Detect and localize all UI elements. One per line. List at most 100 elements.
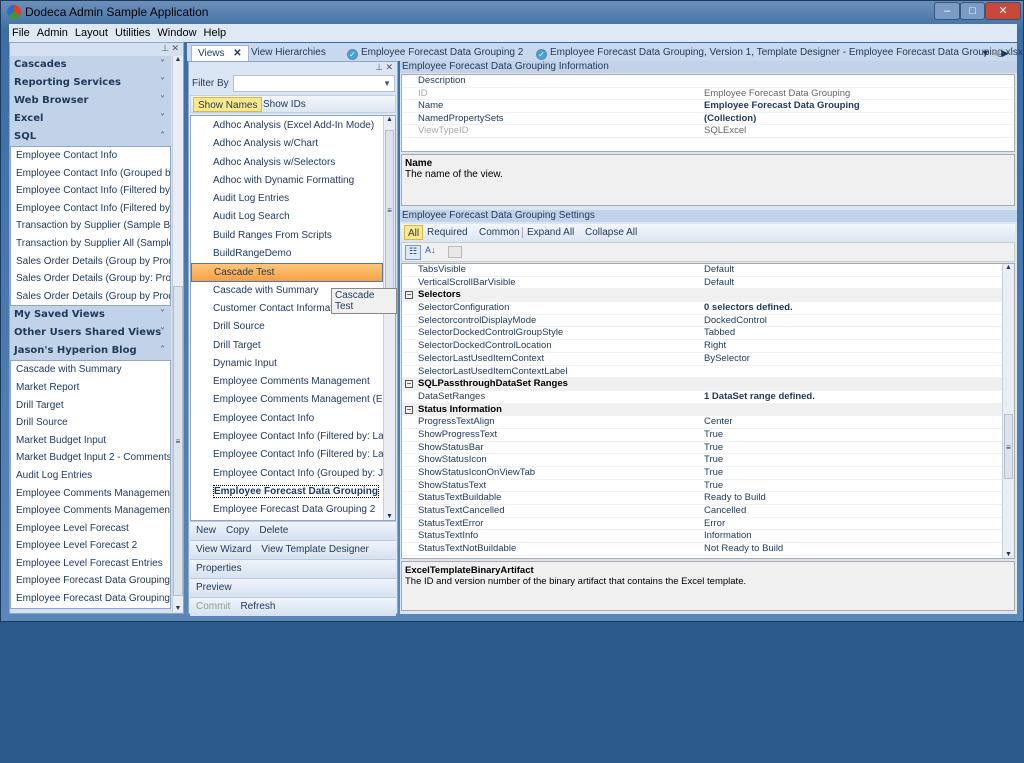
view-list-item[interactable]: Employee Contact Info (Filtered by: Las.… bbox=[191, 428, 383, 446]
group-my-saved-views[interactable]: My Saved Views ˅ bbox=[10, 306, 171, 325]
group-excel[interactable]: Excel ˅ bbox=[10, 110, 171, 128]
property-row-selectorcontroldisplaymode[interactable]: SelectorcontrolDisplayMode DockedControl bbox=[402, 315, 1002, 328]
property-row-showstatusicon[interactable]: ShowStatusIcon True bbox=[402, 454, 1002, 467]
all-filter-button[interactable]: All bbox=[404, 225, 424, 240]
tab-employee-forecast-data-grouping-2[interactable]: ✓ Employee Forecast Data Grouping 2 bbox=[347, 45, 523, 61]
views-list-scrollbar[interactable]: ▲ ≡ ▼ bbox=[383, 116, 395, 520]
required-filter-button[interactable]: Required bbox=[424, 225, 471, 240]
scroll-thumb[interactable]: ≡ bbox=[385, 130, 394, 290]
property-row-viewtypeid[interactable]: ViewTypeID SQLExcel bbox=[402, 125, 1014, 138]
preview-button[interactable]: Preview bbox=[190, 578, 396, 597]
group-other-users-shared-views[interactable]: Other Users Shared Views ˅ bbox=[10, 324, 171, 343]
property-row-statustextnotbuildable[interactable]: StatusTextNotBuildable Not Ready to Build bbox=[402, 543, 1002, 556]
group-web-browser[interactable]: Web Browser ˅ bbox=[10, 92, 171, 110]
menu-window[interactable]: Window bbox=[154, 24, 200, 39]
list-item[interactable]: Cascade with Summary bbox=[11, 361, 170, 379]
view-list-item[interactable]: Employee Contact Info bbox=[191, 410, 383, 428]
tab-template-designer[interactable]: ✓ Employee Forecast Data Grouping, Versio… bbox=[536, 45, 1023, 61]
view-list-item[interactable]: Employee Forecast Data Grouping 2 bbox=[191, 501, 383, 519]
property-row-selectordockedcontrolgroupstyle[interactable]: SelectorDockedControlGroupStyle Tabbed bbox=[402, 327, 1002, 341]
category-sqlpassthroughdataset-ranges[interactable]: − SQLPassthroughDataSet Ranges bbox=[402, 378, 1002, 391]
list-item[interactable]: Employee Contact Info (Grouped by... bbox=[11, 165, 170, 183]
property-row-verticalscrollbarvisible[interactable]: VerticalScrollBarVisible Default bbox=[402, 277, 1002, 290]
tab-views[interactable]: Views ✕ bbox=[191, 45, 249, 61]
list-item[interactable]: Employee Contact Info (Filtered by:... bbox=[11, 200, 170, 218]
property-row-namedpropertysets[interactable]: NamedPropertySets (Collection) bbox=[402, 113, 1014, 125]
menu-admin[interactable]: Admin bbox=[34, 24, 72, 39]
common-filter-button[interactable]: Common bbox=[476, 225, 523, 240]
property-row-showstatusicononviewtab[interactable]: ShowStatusIconOnViewTab True bbox=[402, 467, 1002, 480]
view-list-item[interactable]: Audit Log Search bbox=[191, 208, 383, 226]
view-list-item[interactable]: Employee Contact Info (Filtered by: Las.… bbox=[191, 446, 383, 464]
property-row-statustextbuildable[interactable]: StatusTextBuildable Ready to Build bbox=[402, 492, 1002, 506]
property-row-datasetranges[interactable]: DataSetRanges 1 DataSet range defined. bbox=[402, 391, 1002, 404]
property-row-name[interactable]: Name Employee Forecast Data Grouping bbox=[402, 100, 1014, 113]
tab-scroll-left-icon[interactable]: ◀ bbox=[992, 48, 999, 58]
categorized-icon[interactable]: ☷ bbox=[405, 245, 421, 260]
maximize-button[interactable]: □ bbox=[960, 2, 985, 20]
minimize-button[interactable]: – bbox=[934, 2, 960, 20]
close-pane-icon[interactable]: ✕ bbox=[385, 62, 393, 72]
view-list-item[interactable]: Employee Contact Info (Grouped by: Jo... bbox=[191, 465, 383, 483]
property-pages-icon[interactable] bbox=[448, 246, 462, 258]
scroll-thumb[interactable]: ≡ bbox=[173, 286, 183, 596]
properties-button[interactable]: Properties bbox=[190, 559, 396, 578]
property-row-statustexterror[interactable]: StatusTextError Error bbox=[402, 518, 1002, 531]
property-row-selectorlastuseditemcontextlabel[interactable]: SelectorLastUsedItemContextLabel bbox=[402, 366, 1002, 379]
property-row-statustextcancelled[interactable]: StatusTextCancelled Cancelled bbox=[402, 505, 1002, 518]
collapse-all-filter-button[interactable]: Collapse All bbox=[582, 225, 640, 240]
list-item[interactable]: Employee Level Forecast Entries bbox=[11, 555, 170, 573]
close-button[interactable]: ✕ bbox=[985, 2, 1021, 20]
tab-close-icon[interactable]: ✕ bbox=[233, 48, 241, 59]
view-list-item[interactable]: Adhoc Analysis w/Chart bbox=[191, 135, 383, 153]
list-item[interactable]: Employee Contact Info (Filtered by:... bbox=[11, 182, 170, 200]
group-reporting-services[interactable]: Reporting Services ˅ bbox=[10, 74, 171, 92]
list-item[interactable]: Market Report bbox=[11, 379, 170, 397]
view-list-item[interactable]: Employee Comments Management bbox=[191, 373, 383, 391]
tab-list-dropdown-icon[interactable]: ▼ bbox=[981, 48, 990, 58]
copy-button[interactable]: Copy bbox=[226, 525, 249, 536]
property-row-showstatusbar[interactable]: ShowStatusBar True bbox=[402, 442, 1002, 455]
list-item[interactable]: Drill Source bbox=[11, 414, 170, 432]
expand-all-filter-button[interactable]: Expand All bbox=[524, 225, 577, 240]
property-row-statustextinfo[interactable]: StatusTextInfo Information bbox=[402, 530, 1002, 544]
menu-help[interactable]: Help bbox=[201, 24, 231, 39]
property-row-showstatustext[interactable]: ShowStatusText True bbox=[402, 480, 1002, 493]
list-item[interactable]: Employee Level Forecast bbox=[11, 520, 170, 538]
list-item[interactable]: Market Budget Input 2 - Comments bbox=[11, 449, 170, 467]
list-item[interactable]: Market Budget Input bbox=[11, 432, 170, 450]
list-item[interactable]: Sales Order Details (Group by Prod... bbox=[11, 253, 170, 271]
refresh-button[interactable]: Refresh bbox=[240, 601, 275, 612]
pin-icon[interactable]: ⊥ bbox=[375, 62, 383, 72]
list-item[interactable]: Employee Forecast Data Grouping 2 bbox=[11, 590, 170, 608]
tab-view-hierarchies[interactable]: View Hierarchies bbox=[251, 45, 326, 61]
close-pane-icon[interactable]: ✕ bbox=[171, 43, 179, 53]
property-row-progresstextalign[interactable]: ProgressTextAlign Center bbox=[402, 416, 1002, 429]
list-item[interactable]: Employee Comments Management bbox=[11, 502, 170, 520]
view-list-item[interactable]: Drill Target bbox=[191, 337, 383, 355]
view-list-item[interactable]: Employee Comments Management (Es... bbox=[191, 391, 383, 409]
view-list-item[interactable]: BuildRangeDemo bbox=[191, 245, 383, 263]
list-item[interactable]: Employee Level Forecast 2 bbox=[11, 537, 170, 555]
list-item[interactable]: Transaction by Supplier (Sample Ba... bbox=[11, 217, 170, 235]
property-row-showprogresstext[interactable]: ShowProgressText True bbox=[402, 429, 1002, 442]
group-cascades[interactable]: Cascades ˅ bbox=[10, 56, 171, 74]
list-item[interactable]: Drill Target bbox=[11, 397, 170, 415]
list-item[interactable]: Sales Order Details (Group by Prod... bbox=[11, 288, 170, 306]
list-item[interactable]: Employee Contact Info bbox=[11, 147, 170, 165]
view-wizard-button[interactable]: View Wizard bbox=[196, 544, 251, 555]
view-list-item[interactable]: Employee Forecast Data Grouping bbox=[191, 483, 383, 501]
menu-file[interactable]: File bbox=[9, 24, 34, 39]
tab-scroll-right-icon[interactable]: ▶ bbox=[1002, 48, 1009, 58]
collapse-icon[interactable]: − bbox=[405, 380, 413, 389]
collapse-icon[interactable]: − bbox=[405, 405, 413, 414]
property-row-selectordockedcontrollocation[interactable]: SelectorDockedControlLocation Right bbox=[402, 340, 1002, 353]
delete-button[interactable]: Delete bbox=[259, 525, 288, 536]
view-list-item[interactable]: Adhoc Analysis (Excel Add-In Mode) bbox=[191, 117, 383, 135]
view-template-designer-button[interactable]: View Template Designer bbox=[261, 544, 368, 555]
pin-icon[interactable]: ⊥ bbox=[161, 43, 169, 53]
view-list-item[interactable]: Adhoc Analysis w/Selectors bbox=[191, 154, 383, 172]
property-row-id[interactable]: ID Employee Forecast Data Grouping bbox=[402, 88, 1014, 100]
sort-alphabetical-icon[interactable]: A↓ bbox=[425, 245, 436, 255]
view-list-item[interactable]: Audit Log Entries bbox=[191, 190, 383, 208]
